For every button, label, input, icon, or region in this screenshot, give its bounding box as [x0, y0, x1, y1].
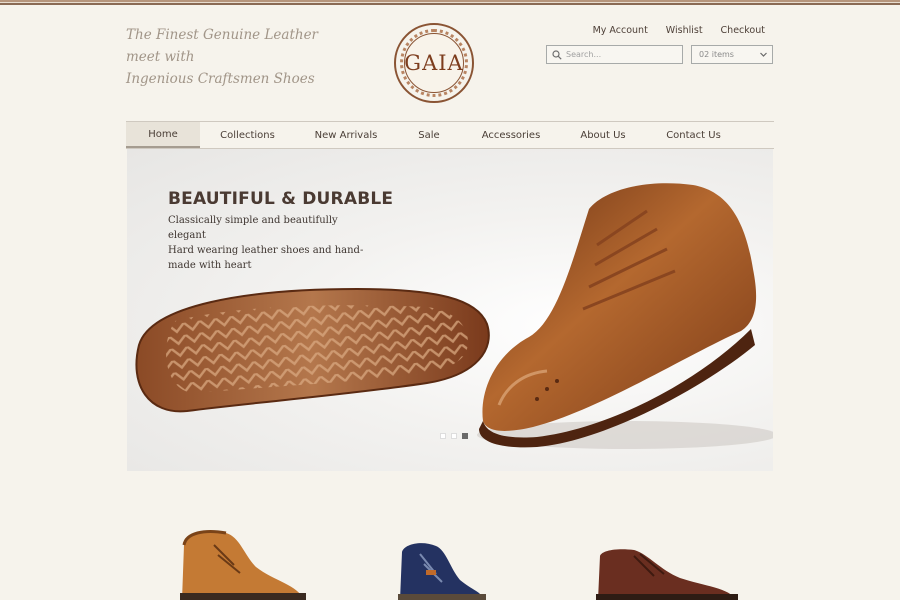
brown-leather-boot-icon[interactable]: [594, 548, 739, 600]
checkout-link[interactable]: Checkout: [721, 25, 765, 36]
tagline-line-1: The Finest Genuine Leather meet with: [126, 27, 319, 65]
nav-item-about-us[interactable]: About Us: [561, 122, 645, 148]
nav-item-accessories[interactable]: Accessories: [461, 122, 561, 148]
tan-leather-boot-icon[interactable]: [174, 525, 309, 600]
search-box: [546, 45, 683, 64]
main-nav: Home Collections New Arrivals Sale Acces…: [126, 121, 774, 149]
cart-items-select[interactable]: 02 items: [691, 45, 773, 64]
nav-item-contact-us[interactable]: Contact Us: [645, 122, 742, 148]
nav-item-collections[interactable]: Collections: [200, 122, 295, 148]
hero-copy-line-2: Hard wearing leather shoes and hand-: [168, 245, 364, 256]
hero-slider[interactable]: BEAUTIFUL & DURABLE Classically simple a…: [127, 149, 773, 471]
hero-copy-line-1: Classically simple and beautifully elega…: [168, 215, 338, 241]
logo-text: GAIA: [404, 51, 464, 75]
cart-select-value: 02 items: [699, 50, 734, 59]
nav-item-new-arrivals[interactable]: New Arrivals: [295, 122, 397, 148]
shoe-side-view: [477, 183, 773, 449]
brand-tagline: The Finest Genuine Leather meet with Ing…: [126, 24, 346, 90]
slider-pagination: [440, 433, 468, 439]
search-input[interactable]: [566, 50, 676, 59]
nav-item-home[interactable]: Home: [126, 122, 200, 148]
wishlist-link[interactable]: Wishlist: [666, 25, 703, 36]
slider-dot-3[interactable]: [462, 433, 468, 439]
top-decorative-rule: [0, 0, 900, 5]
logo-seal: GAIA: [404, 33, 464, 93]
tagline-line-2: Ingenious Craftsmen Shoes: [126, 71, 315, 87]
shoe-sole-view: [135, 287, 490, 413]
account-links: My Account Wishlist Checkout: [593, 25, 765, 36]
hero-copy-line-3: made with heart: [168, 260, 252, 271]
chevron-down-icon: [760, 52, 767, 57]
slider-dot-2[interactable]: [451, 433, 457, 439]
nav-item-sale[interactable]: Sale: [397, 122, 461, 148]
hero-title: BEAUTIFUL & DURABLE: [168, 189, 394, 209]
search-icon[interactable]: [552, 49, 562, 60]
gaia-logo[interactable]: GAIA: [394, 23, 474, 103]
slider-dot-1[interactable]: [440, 433, 446, 439]
hero-copy: Classically simple and beautifully elega…: [168, 213, 368, 273]
navy-suede-boot-icon[interactable]: [396, 540, 486, 600]
my-account-link[interactable]: My Account: [593, 25, 648, 36]
